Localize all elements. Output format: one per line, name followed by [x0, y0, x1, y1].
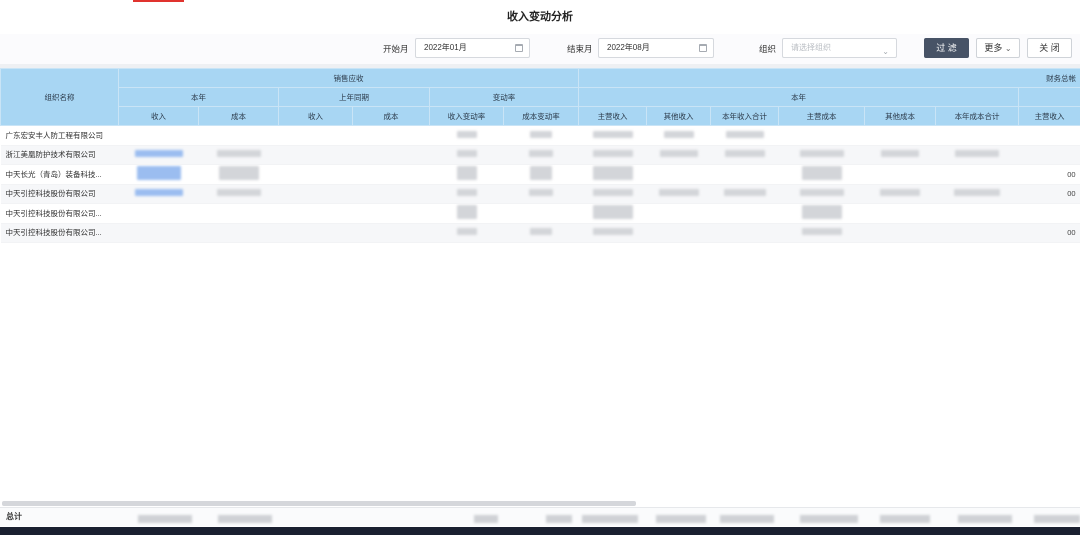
filter-bar — [0, 34, 1080, 64]
this-year-header: 本年 — [118, 87, 279, 107]
col-header[interactable]: 主营收入 — [578, 106, 648, 126]
calendar-icon — [515, 44, 523, 52]
col-header[interactable]: 成本 — [352, 106, 430, 126]
org-name-cell: 中天引控科技股份有限公司... — [0, 203, 119, 224]
page-title: 收入变动分析 — [507, 11, 573, 23]
last-year-header: 上年同期 — [278, 87, 430, 107]
total-value — [582, 515, 638, 523]
trail-cell — [1018, 145, 1080, 165]
org-select-placeholder: 请选择组织 — [791, 43, 831, 52]
col-header[interactable]: 本年收入合计 — [710, 106, 780, 126]
total-value — [1034, 515, 1080, 523]
org-name-header[interactable]: 组织名称 — [0, 68, 119, 126]
total-value — [474, 515, 498, 523]
col-header[interactable]: 成本变动率 — [502, 106, 580, 126]
total-row: 总计 — [0, 507, 1080, 526]
report-table: 组织名称 销售应收 财务总帐 本年 上年同期 变动率 本年 收入 成本 收入 成… — [0, 68, 1080, 243]
horizontal-scrollbar[interactable] — [2, 501, 636, 506]
col-header[interactable]: 主营收入 — [1018, 106, 1080, 126]
total-value — [546, 515, 572, 523]
trail-cell — [1018, 203, 1080, 224]
filter-button[interactable]: 过 滤 — [924, 38, 969, 58]
trail-cell: 00 — [1018, 223, 1080, 243]
col-header[interactable]: 主营成本 — [778, 106, 866, 126]
col-header[interactable]: 收入 — [118, 106, 199, 126]
table-row[interactable]: 中天长光（青岛）装备科技... 00 — [0, 164, 1080, 185]
chevron-down-icon: ⌄ — [882, 47, 889, 56]
org-name-cell: 广东宏安丰人防工程有限公司 — [0, 125, 119, 146]
sales-receivable-header: 销售应收 — [117, 68, 580, 88]
start-month-value: 2022年01月 — [424, 43, 467, 52]
more-button[interactable]: 更多 ⌄ — [976, 38, 1020, 58]
table-row[interactable]: 中天引控科技股份有限公司... — [0, 203, 1080, 224]
col-header[interactable]: 其他收入 — [646, 106, 712, 126]
end-month-input[interactable]: 2022年08月 — [598, 38, 714, 58]
total-value — [138, 515, 192, 523]
total-value — [800, 515, 858, 523]
finance-this-year-header: 本年 — [578, 87, 1020, 107]
column-header-row: 收入 成本 收入 成本 收入变动率 成本变动率 主营收入 其他收入 本年收入合计… — [1, 106, 1080, 126]
report-grid: 组织名称 销售应收 财务总帐 本年 上年同期 变动率 本年 收入 成本 收入 成… — [0, 68, 1080, 508]
change-rate-header: 变动率 — [428, 87, 580, 107]
total-label: 总计 — [6, 512, 22, 521]
total-value — [880, 515, 930, 523]
total-value — [958, 515, 1012, 523]
org-label: 组织 — [759, 44, 777, 54]
org-name-cell: 中天引控科技股份有限公司... — [0, 223, 119, 243]
col-header[interactable]: 收入变动率 — [429, 106, 504, 126]
end-month-label: 结束月 — [567, 44, 593, 54]
total-value — [656, 515, 706, 523]
calendar-icon — [699, 44, 707, 52]
table-row[interactable]: 浙江美凰防护技术有限公司 — [0, 145, 1080, 165]
org-name-cell: 中天长光（青岛）装备科技... — [0, 164, 119, 185]
total-value — [218, 515, 272, 523]
org-select[interactable]: 请选择组织 ⌄ — [782, 38, 897, 58]
start-month-label: 开始月 — [383, 44, 409, 54]
table-row[interactable]: 广东宏安丰人防工程有限公司 — [0, 125, 1080, 146]
col-header[interactable]: 收入 — [278, 106, 353, 126]
more-button-label: 更多 — [984, 43, 1003, 53]
finance-ledger-header: 财务总帐 — [578, 68, 1080, 88]
col-header[interactable]: 其他成本 — [864, 106, 937, 126]
trail-cell: 00 — [1018, 184, 1080, 204]
table-row[interactable]: 中天引控科技股份有限公司 00 — [0, 184, 1080, 204]
start-month-input[interactable]: 2022年01月 — [415, 38, 530, 58]
end-month-value: 2022年08月 — [607, 43, 650, 52]
close-button[interactable]: 关 闭 — [1027, 38, 1072, 58]
trail-cell — [1018, 125, 1080, 146]
finance-extra-header — [1018, 87, 1080, 107]
total-value — [720, 515, 774, 523]
trail-cell: 00 — [1018, 164, 1080, 185]
col-header[interactable]: 本年成本合计 — [935, 106, 1020, 126]
org-name-cell: 中天引控科技股份有限公司 — [0, 184, 119, 204]
table-row[interactable]: 中天引控科技股份有限公司... 00 — [0, 223, 1080, 243]
taskbar — [0, 527, 1080, 535]
org-name-cell: 浙江美凰防护技术有限公司 — [0, 145, 119, 165]
chevron-down-icon: ⌄ — [1004, 44, 1012, 53]
col-header[interactable]: 成本 — [198, 106, 279, 126]
